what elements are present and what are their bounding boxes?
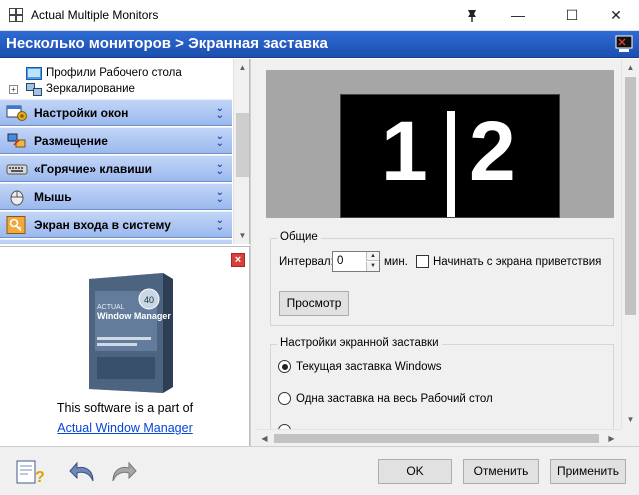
chevron-down-icon: ⌄ ⌄	[215, 187, 224, 205]
scroll-up-icon[interactable]: ▲	[622, 59, 639, 76]
scrollbar-corner	[621, 429, 639, 446]
promo-panel: × 40 ACTUAL Window Manager This software…	[0, 246, 250, 446]
accordion-logon-screen[interactable]: Экран входа в систему ⌄ ⌄	[0, 211, 232, 238]
navigation-panel: Профили Рабочего стола + Зеркалирование …	[0, 59, 250, 244]
window-title: Actual Multiple Monitors	[31, 8, 159, 22]
radio-single-screensaver-label[interactable]: Одна заставка на весь Рабочий стол	[296, 393, 493, 405]
close-button[interactable]: ✕	[593, 0, 639, 31]
help-icon[interactable]: ?	[14, 457, 44, 487]
scroll-right-icon[interactable]: ▶	[603, 430, 620, 447]
monitor-preview: 1 2	[266, 70, 614, 218]
minimize-button[interactable]: —	[495, 0, 541, 31]
mirroring-icon	[26, 83, 42, 96]
interval-unit: мин.	[384, 256, 408, 268]
promo-text: This software is a part of	[56, 401, 194, 415]
tree-item-desktop-profiles[interactable]: Профили Рабочего стола	[0, 66, 234, 82]
svg-text:?: ?	[35, 469, 44, 486]
placement-icon	[7, 133, 26, 148]
maximize-button[interactable]: ☐	[549, 0, 595, 31]
general-group-title: Общие	[277, 231, 321, 243]
interval-value: 0	[337, 255, 344, 267]
monitor-number-left: 1	[381, 104, 428, 198]
settings-horizontal-scrollbar[interactable]: ◀ ▶	[256, 429, 621, 446]
screensaver-group-title: Настройки экранной заставки	[277, 337, 442, 349]
ok-button[interactable]: OK	[378, 459, 452, 484]
accordion-mouse[interactable]: Мышь ⌄ ⌄	[0, 183, 232, 210]
scroll-thumb[interactable]	[625, 77, 636, 315]
desktop-profile-icon	[26, 67, 42, 80]
interval-stepper[interactable]: 0 ▲ ▼	[332, 251, 380, 272]
cancel-button[interactable]: Отменить	[463, 459, 539, 484]
chevron-down-icon: ⌄ ⌄	[215, 215, 224, 233]
pin-button[interactable]	[449, 0, 495, 31]
app-icon	[9, 8, 23, 22]
monitor-divider	[447, 111, 455, 217]
welcome-checkbox-label[interactable]: Начинать с экрана приветствия	[433, 256, 601, 268]
box-title: Window Manager	[97, 311, 171, 321]
interval-label: Интервал:	[279, 256, 334, 268]
accordion-window-settings[interactable]: Настройки окон ⌄ ⌄	[0, 99, 232, 126]
radio-current-screensaver[interactable]	[278, 360, 291, 373]
window-settings-icon	[6, 105, 27, 121]
undo-icon[interactable]	[68, 457, 98, 487]
mouse-icon	[10, 190, 24, 206]
welcome-checkbox[interactable]	[416, 255, 429, 268]
stepper-down-icon[interactable]: ▼	[366, 262, 379, 271]
title-bar: Actual Multiple Monitors — ☐ ✕	[0, 0, 639, 31]
page-header: Несколько мониторов > Экранная заставка	[0, 31, 639, 58]
chevron-down-icon: ⌄ ⌄	[215, 159, 224, 177]
scroll-thumb[interactable]	[236, 113, 249, 177]
radio-single-screensaver[interactable]	[278, 392, 291, 405]
navigation-scrollbar[interactable]: ▲ ▼	[233, 59, 249, 244]
scroll-thumb[interactable]	[274, 434, 599, 443]
footer-bar: ? OK Отменить Применить	[0, 446, 639, 495]
product-link[interactable]: Actual Window Manager	[0, 421, 250, 435]
radio-current-screensaver-label[interactable]: Текущая заставка Windows	[296, 361, 442, 373]
accordion-more[interactable]	[0, 239, 232, 244]
page-title: Несколько мониторов > Экранная заставка	[6, 35, 328, 52]
box-brand: ACTUAL	[97, 304, 125, 311]
monitor-screen: 1 2	[340, 94, 560, 218]
settings-panel: 1 2 Общие Интервал: 0 ▲ ▼ мин. Начинать …	[256, 59, 639, 444]
chevron-down-icon: ⌄ ⌄	[215, 131, 224, 149]
monitor-number-right: 2	[469, 104, 516, 198]
product-box-image: 40 ACTUAL Window Manager	[89, 273, 173, 393]
scroll-up-icon[interactable]: ▲	[234, 59, 249, 76]
close-icon[interactable]: ×	[231, 253, 245, 267]
chevron-down-icon: ⌄ ⌄	[215, 103, 224, 121]
scroll-left-icon[interactable]: ◀	[256, 430, 273, 447]
expand-icon[interactable]: +	[9, 85, 18, 94]
stepper-up-icon[interactable]: ▲	[366, 252, 379, 261]
apply-button[interactable]: Применить	[550, 459, 626, 484]
box-badge: 40	[144, 295, 154, 305]
accordion-placement[interactable]: Размещение ⌄ ⌄	[0, 127, 232, 154]
redo-icon[interactable]	[108, 457, 138, 487]
general-group: Общие Интервал: 0 ▲ ▼ мин. Начинать с эк…	[270, 231, 614, 326]
scroll-down-icon[interactable]: ▼	[234, 227, 249, 244]
preview-button[interactable]: Просмотр	[279, 291, 349, 316]
accordion-hotkeys[interactable]: «Горячие» клавиши ⌄ ⌄	[0, 155, 232, 182]
scroll-down-icon[interactable]: ▼	[622, 411, 639, 428]
pin-icon	[468, 10, 476, 22]
logon-key-icon	[6, 216, 26, 234]
settings-vertical-scrollbar[interactable]: ▲ ▼	[621, 59, 639, 429]
tree-item-mirroring[interactable]: + Зеркалирование	[0, 82, 234, 98]
keyboard-icon	[6, 164, 28, 175]
monitor-settings-icon[interactable]	[615, 35, 633, 53]
